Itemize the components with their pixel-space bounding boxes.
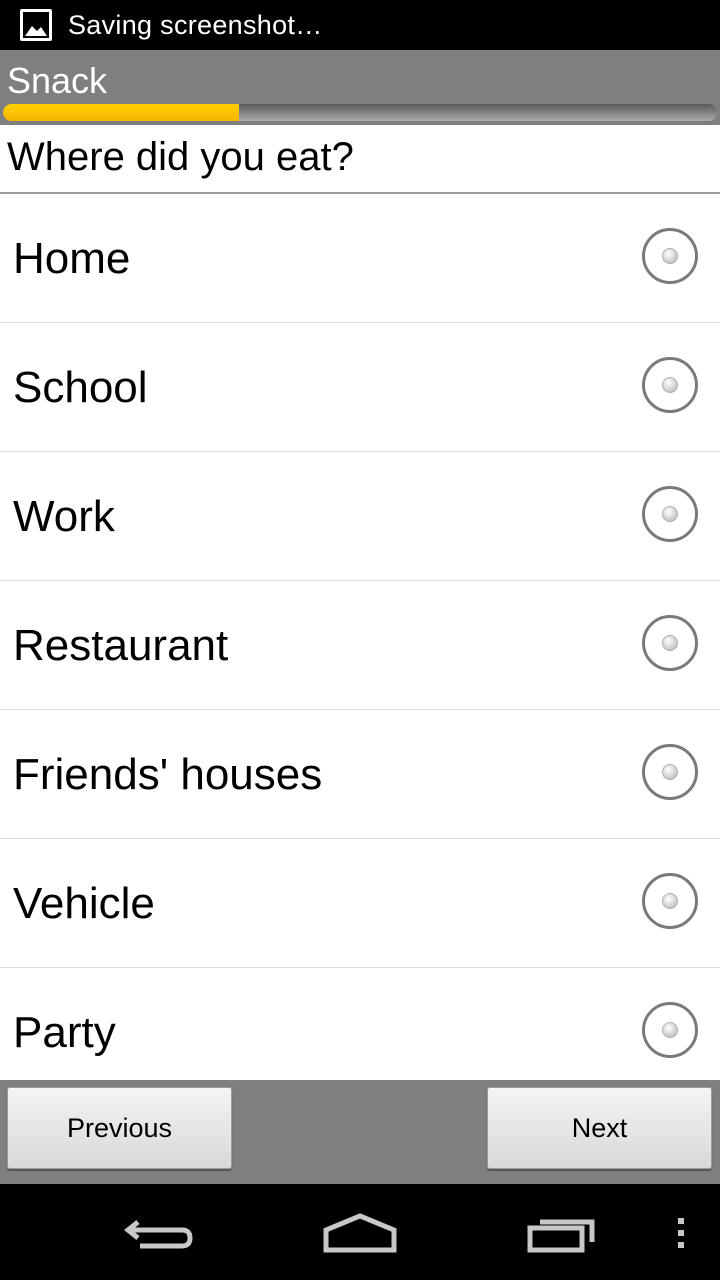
overflow-menu-icon[interactable] [672,1208,692,1263]
radio-button[interactable] [642,357,698,413]
previous-button[interactable]: Previous [7,1087,232,1169]
list-item[interactable]: Friends' houses [0,710,720,839]
options-list: Home School Work Restaurant Friends' hou… [0,194,720,1080]
radio-indicator [662,764,678,780]
list-item[interactable]: Home [0,194,720,323]
option-label: Party [13,1008,116,1057]
list-item[interactable]: School [0,323,720,452]
status-bar: Saving screenshot… [0,0,720,50]
navigation-bar: Previous Next [0,1080,720,1184]
radio-button[interactable] [642,1002,698,1058]
progress-fill [3,104,239,121]
notification-text: Saving screenshot… [68,9,323,40]
image-icon [20,9,52,41]
system-navigation-bar [0,1184,720,1280]
list-item[interactable]: Party [0,968,720,1080]
option-label: Home [13,234,131,283]
home-icon[interactable] [320,1208,400,1263]
option-label: Restaurant [13,621,229,670]
question-header: Where did you eat? [0,125,720,194]
next-button[interactable]: Next [487,1087,712,1169]
radio-button[interactable] [642,744,698,800]
back-arrow-icon[interactable] [120,1208,200,1263]
question-text: Where did you eat? [7,135,354,179]
option-label: Friends' houses [13,750,323,799]
radio-indicator [662,635,678,651]
radio-button[interactable] [642,873,698,929]
radio-button[interactable] [642,615,698,671]
radio-indicator [662,1022,678,1038]
option-label: Work [13,492,115,541]
radio-indicator [662,377,678,393]
option-label: Vehicle [13,879,155,928]
list-item[interactable]: Vehicle [0,839,720,968]
progress-bar [3,104,717,121]
radio-indicator [662,893,678,909]
radio-indicator [662,506,678,522]
option-label: School [13,363,148,412]
list-item[interactable]: Work [0,452,720,581]
list-item[interactable]: Restaurant [0,581,720,710]
radio-indicator [662,248,678,264]
recent-apps-icon[interactable] [522,1208,602,1263]
page-title: Snack [7,60,108,101]
radio-button[interactable] [642,228,698,284]
radio-button[interactable] [642,486,698,542]
